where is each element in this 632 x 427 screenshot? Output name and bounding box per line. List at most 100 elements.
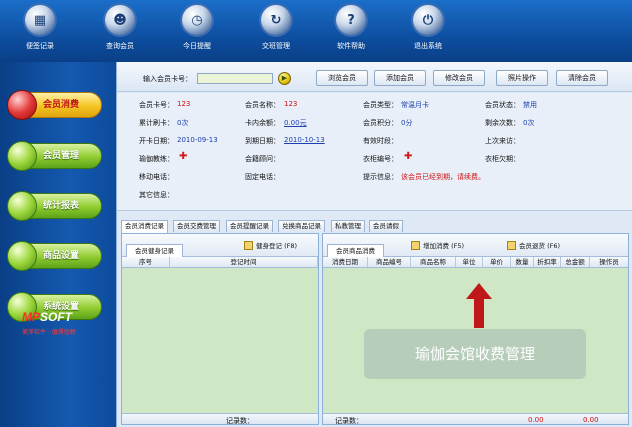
balance-link[interactable]: 0.00元 bbox=[284, 118, 307, 128]
promo-banner: 瑜伽会馆收费管理 bbox=[364, 329, 586, 379]
col-qty[interactable]: 数量 bbox=[511, 257, 534, 267]
add-locker-icon[interactable]: ✚ bbox=[404, 152, 412, 162]
nav-member-manage-label: 会员管理 bbox=[43, 151, 80, 161]
card-no-label: 会员卡号： bbox=[139, 101, 174, 109]
clock-icon: ◷ bbox=[182, 5, 212, 35]
tab-payment[interactable]: 会员交费管理 bbox=[173, 220, 220, 232]
product-record-count-label: 记录数： bbox=[335, 417, 363, 425]
clear-member-button[interactable]: 清除会员 bbox=[556, 70, 608, 86]
notepad-icon: ▦ bbox=[25, 5, 55, 35]
toolbar-member-search-label: 查询会员 bbox=[106, 42, 134, 50]
add-member-button[interactable]: 添加会员 bbox=[374, 70, 426, 86]
toolbar-help-button[interactable]: ? 软件帮助 bbox=[319, 5, 383, 51]
name-value: 123 bbox=[284, 100, 298, 108]
phone-label: 固定电话： bbox=[245, 173, 280, 181]
nav-product-settings[interactable]: 商品设置 bbox=[7, 241, 102, 271]
col-product-no[interactable]: 商品编号 bbox=[368, 257, 411, 267]
pencil-icon bbox=[244, 240, 253, 250]
card-number-input[interactable] bbox=[197, 73, 273, 84]
fitness-register-button[interactable]: 健身登记 (F8) bbox=[244, 240, 297, 250]
hint-label: 提示信息： bbox=[363, 173, 398, 181]
coach-label: 瑜伽教练： bbox=[139, 155, 174, 163]
col-register-time[interactable]: 登记时间 bbox=[170, 257, 318, 267]
total-value: 0次 bbox=[177, 119, 189, 127]
col-operator[interactable]: 操作员 bbox=[590, 257, 628, 267]
col-product-name[interactable]: 商品名称 bbox=[411, 257, 456, 267]
nav-statistics[interactable]: 统计报表 bbox=[7, 191, 102, 221]
logo-soft: SOFT bbox=[40, 310, 72, 324]
logo-mp: MP bbox=[22, 310, 40, 324]
search-bar: 输入会员卡号： ▶ 浏览会员 添加会员 修改会员 照片操作 清除会员 bbox=[117, 62, 632, 92]
photo-button[interactable]: 照片操作 bbox=[496, 70, 548, 86]
fitness-records-tab[interactable]: 会员健身记录 bbox=[126, 244, 183, 257]
member-search-icon: ☻ bbox=[105, 5, 135, 35]
expire-link[interactable]: 2010-10-13 bbox=[284, 136, 325, 144]
remaining-value: 0次 bbox=[523, 119, 535, 127]
last-visit-label: 上次来访： bbox=[485, 137, 520, 145]
nav-ball-icon bbox=[7, 141, 37, 171]
tab-consume-records[interactable]: 会员消费记录 bbox=[121, 220, 168, 233]
nav-ball-icon bbox=[7, 241, 37, 271]
toolbar-notes-button[interactable]: ▦ 便签记录 bbox=[8, 5, 72, 51]
power-icon: ⏻ bbox=[413, 5, 443, 35]
tab-exchange[interactable]: 兑换商品记录 bbox=[278, 220, 325, 232]
top-toolbar: ▦ 便签记录 ☻ 查询会员 ◷ 今日提醒 ↻ 交班管理 ? 软件帮助 ⏻ 退出系… bbox=[0, 0, 632, 62]
toolbar-shift-button[interactable]: ↻ 交班管理 bbox=[244, 5, 308, 51]
name-label: 会员名称： bbox=[245, 101, 280, 109]
add-coach-icon[interactable]: ✚ bbox=[179, 152, 187, 162]
locker-expire-label: 衣柜欠期： bbox=[485, 155, 520, 163]
edit-member-button[interactable]: 修改会员 bbox=[433, 70, 485, 86]
balance-label: 卡内余额： bbox=[245, 119, 280, 127]
fitness-record-count-label: 记录数： bbox=[226, 417, 254, 425]
nav-member-consume-label: 会员消费 bbox=[43, 100, 80, 110]
browse-member-button[interactable]: 浏览会员 bbox=[316, 70, 368, 86]
remaining-label: 剩余次数： bbox=[485, 119, 520, 127]
toolbar-reminder-button[interactable]: ◷ 今日提醒 bbox=[165, 5, 229, 51]
open-date-value: 2010-09-13 bbox=[177, 136, 218, 144]
nav-member-consume[interactable]: 会员消费 bbox=[7, 90, 102, 120]
other-label: 其它信息： bbox=[139, 191, 174, 199]
type-value: 常温月卡 bbox=[401, 101, 429, 109]
col-unit[interactable]: 单位 bbox=[456, 257, 483, 267]
tab-reminders[interactable]: 会员提醒记录 bbox=[226, 220, 273, 232]
col-date[interactable]: 消费日期 bbox=[323, 257, 368, 267]
consultant-label: 会籍顾问： bbox=[245, 155, 280, 163]
type-label: 会员类型： bbox=[363, 101, 398, 109]
tab-private-coach[interactable]: 私教管理 bbox=[331, 220, 365, 232]
hint-value: 该会员已经到期，请续费。 bbox=[401, 173, 485, 181]
valid-label: 有效时段： bbox=[363, 137, 398, 145]
toolbar-notes-label: 便签记录 bbox=[26, 42, 54, 50]
product-panel-header: 会员商品消费 增加消费 (F5) 会员退货 (F6) bbox=[323, 234, 628, 257]
col-index[interactable]: 序号 bbox=[122, 257, 170, 267]
toolbar-shift-label: 交班管理 bbox=[262, 42, 290, 50]
fitness-panel-header: 会员健身记录 健身登记 (F8) bbox=[122, 234, 318, 257]
nav-member-manage[interactable]: 会员管理 bbox=[7, 141, 102, 171]
open-date-label: 开卡日期： bbox=[139, 137, 174, 145]
member-return-button[interactable]: 会员退货 (F6) bbox=[507, 240, 560, 250]
footer-total-1: 0.00 bbox=[528, 416, 544, 424]
arrow-right-icon: ▶ bbox=[281, 74, 288, 82]
nav-product-settings-label: 商品设置 bbox=[43, 251, 80, 261]
col-price[interactable]: 单价 bbox=[483, 257, 511, 267]
total-label: 累计刷卡： bbox=[139, 119, 174, 127]
arrow-up-icon bbox=[466, 283, 492, 328]
toolbar-exit-button[interactable]: ⏻ 退出系统 bbox=[396, 5, 460, 51]
toolbar-exit-label: 退出系统 bbox=[414, 42, 442, 50]
help-icon: ? bbox=[336, 5, 366, 35]
col-discount[interactable]: 折扣率 bbox=[534, 257, 561, 267]
toolbar-help-label: 软件帮助 bbox=[337, 42, 365, 50]
logo-tagline: 美萍软件 · 值得信赖 bbox=[22, 329, 76, 336]
go-button[interactable]: ▶ bbox=[278, 72, 291, 85]
add-consume-label: 增加消费 (F5) bbox=[423, 242, 465, 250]
toolbar-reminder-label: 今日提醒 bbox=[183, 42, 211, 50]
col-total[interactable]: 总金额 bbox=[561, 257, 590, 267]
add-cart-icon bbox=[411, 240, 420, 250]
member-return-label: 会员退货 (F6) bbox=[519, 242, 561, 250]
toolbar-member-search-button[interactable]: ☻ 查询会员 bbox=[88, 5, 152, 51]
tab-leave[interactable]: 会员请假 bbox=[369, 220, 403, 232]
product-grid-header: 消费日期 商品编号 商品名称 单位 单价 数量 折扣率 总金额 操作员 bbox=[323, 257, 628, 268]
product-consume-tab[interactable]: 会员商品消费 bbox=[327, 244, 384, 257]
footer-total-2: 0.00 bbox=[583, 416, 599, 424]
add-consume-button[interactable]: 增加消费 (F5) bbox=[411, 240, 464, 250]
mobile-label: 移动电话： bbox=[139, 173, 174, 181]
